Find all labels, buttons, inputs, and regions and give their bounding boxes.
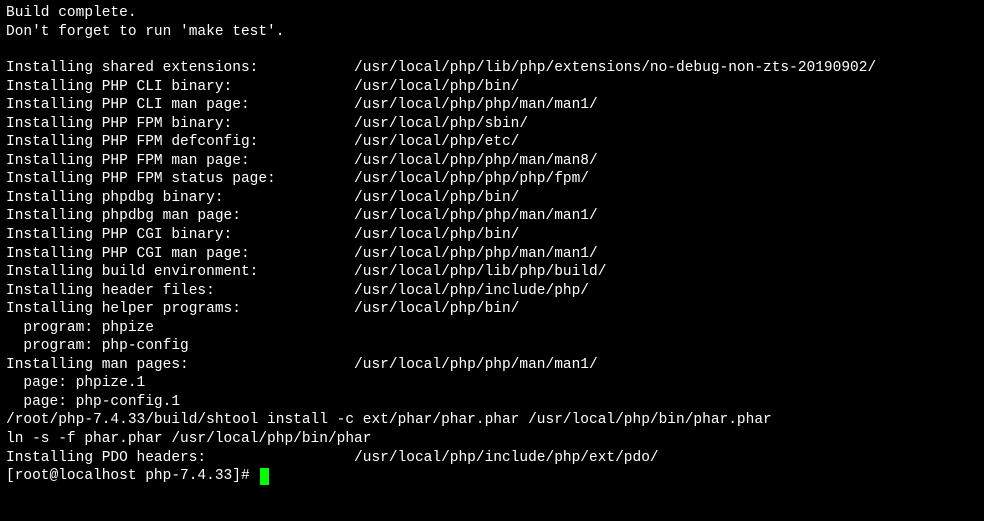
install-line-0: Installing shared extensions: /usr/local…: [6, 59, 978, 78]
install-line-6: Installing PHP FPM status page: /usr/loc…: [6, 170, 978, 189]
install-line-8: Installing phpdbg man page: /usr/local/p…: [6, 207, 978, 226]
make-test-reminder: Don't forget to run 'make test'.: [6, 23, 978, 42]
install-man-pages: Installing man pages: /usr/local/php/php…: [6, 356, 978, 375]
shtool-line: /root/php-7.4.33/build/shtool install -c…: [6, 411, 978, 430]
program-phpize: program: phpize: [6, 319, 978, 338]
build-complete-line: Build complete.: [6, 4, 978, 23]
prompt-text: [root@localhost php-7.4.33]#: [6, 467, 258, 486]
install-line-12: Installing header files: /usr/local/php/…: [6, 282, 978, 301]
page-php-config: page: php-config.1: [6, 393, 978, 412]
install-line-3: Installing PHP FPM binary: /usr/local/ph…: [6, 115, 978, 134]
install-line-2: Installing PHP CLI man page: /usr/local/…: [6, 96, 978, 115]
blank-line: [6, 41, 978, 59]
install-pdo-headers: Installing PDO headers: /usr/local/php/i…: [6, 449, 978, 468]
install-line-10: Installing PHP CGI man page: /usr/local/…: [6, 245, 978, 264]
install-line-1: Installing PHP CLI binary: /usr/local/ph…: [6, 78, 978, 97]
install-line-9: Installing PHP CGI binary: /usr/local/ph…: [6, 226, 978, 245]
install-line-7: Installing phpdbg binary: /usr/local/php…: [6, 189, 978, 208]
install-line-5: Installing PHP FPM man page: /usr/local/…: [6, 152, 978, 171]
install-line-4: Installing PHP FPM defconfig: /usr/local…: [6, 133, 978, 152]
ln-line: ln -s -f phar.phar /usr/local/php/bin/ph…: [6, 430, 978, 449]
page-phpize: page: phpize.1: [6, 374, 978, 393]
install-line-11: Installing build environment: /usr/local…: [6, 263, 978, 282]
shell-prompt[interactable]: [root@localhost php-7.4.33]#: [6, 467, 978, 486]
install-line-13: Installing helper programs: /usr/local/p…: [6, 300, 978, 319]
program-php-config: program: php-config: [6, 337, 978, 356]
cursor-icon: [260, 468, 269, 485]
